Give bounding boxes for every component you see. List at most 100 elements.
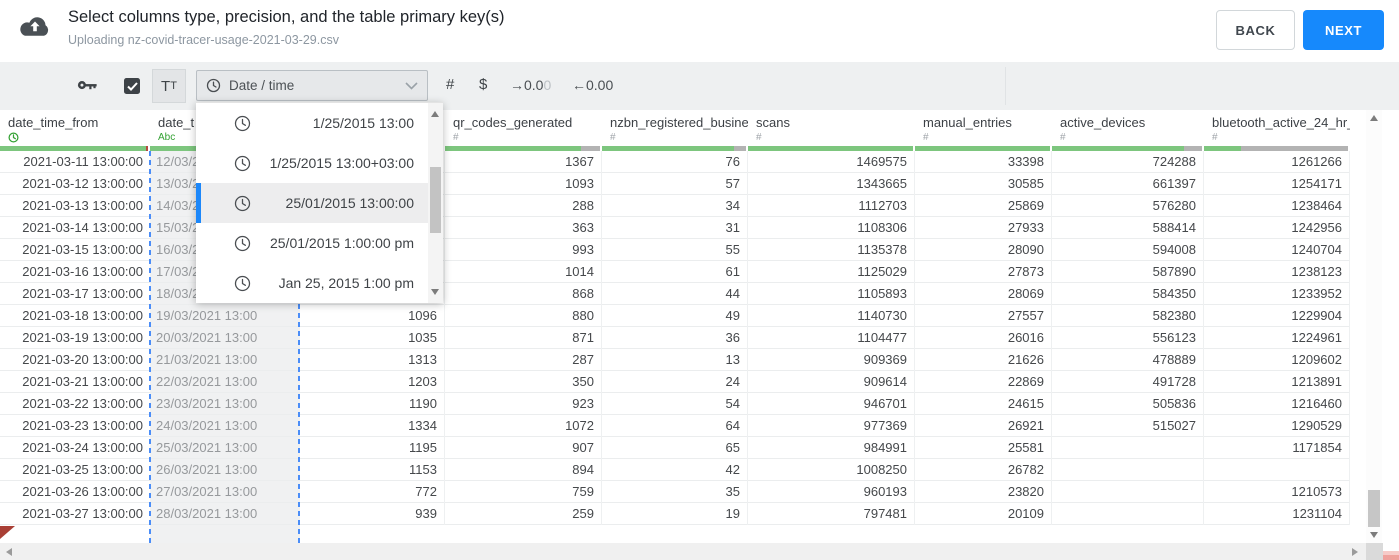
include-column-checkbox[interactable] — [124, 78, 140, 94]
table-cell[interactable]: 61 — [602, 261, 748, 283]
table-cell[interactable]: 491728 — [1052, 371, 1204, 393]
text-type-button[interactable]: TT — [152, 69, 186, 103]
column-header-manual_entries[interactable]: manual_entries # — [915, 110, 1052, 146]
table-cell[interactable]: 2021-03-26 13:00:00 — [0, 481, 150, 503]
table-cell[interactable]: 26921 — [915, 415, 1052, 437]
table-cell[interactable]: 2021-03-23 13:00:00 — [0, 415, 150, 437]
table-cell[interactable]: 584350 — [1052, 283, 1204, 305]
table-cell[interactable]: 57 — [602, 173, 748, 195]
table-cell[interactable]: 1140730 — [748, 305, 915, 327]
table-cell[interactable]: 1125029 — [748, 261, 915, 283]
table-cell[interactable]: 1014 — [445, 261, 602, 283]
table-cell[interactable]: 2021-03-17 13:00:00 — [0, 283, 150, 305]
table-cell[interactable]: 505836 — [1052, 393, 1204, 415]
table-cell[interactable]: 21626 — [915, 349, 1052, 371]
table-cell[interactable]: 2021-03-18 13:00:00 — [0, 305, 150, 327]
table-cell[interactable]: 23/03/2021 13:00 — [150, 393, 300, 415]
table-cell[interactable]: 35 — [602, 481, 748, 503]
table-cell[interactable]: 1195 — [300, 437, 445, 459]
table-cell[interactable]: 64 — [602, 415, 748, 437]
table-cell[interactable]: 1313 — [300, 349, 445, 371]
dropdown-option[interactable]: Jan 25, 2015 1:00 pm — [196, 263, 428, 303]
table-cell[interactable]: 24615 — [915, 393, 1052, 415]
table-cell[interactable]: 909369 — [748, 349, 915, 371]
table-cell[interactable]: 1367 — [445, 151, 602, 173]
table-vertical-scrollbar[interactable] — [1366, 110, 1382, 543]
table-cell[interactable]: 13 — [602, 349, 748, 371]
table-cell[interactable]: 42 — [602, 459, 748, 481]
table-cell[interactable]: 27873 — [915, 261, 1052, 283]
table-cell[interactable]: 1171854 — [1204, 437, 1350, 459]
table-cell[interactable]: 23820 — [915, 481, 1052, 503]
table-cell[interactable]: 1231104 — [1204, 503, 1350, 525]
table-cell[interactable]: 576280 — [1052, 195, 1204, 217]
table-cell[interactable]: 1229904 — [1204, 305, 1350, 327]
column-header-bluetooth_active_24_hr_[interactable]: bluetooth_active_24_hr_ # — [1204, 110, 1350, 146]
table-cell[interactable]: 26016 — [915, 327, 1052, 349]
table-cell[interactable]: 478889 — [1052, 349, 1204, 371]
table-cell[interactable]: 1242956 — [1204, 217, 1350, 239]
table-cell[interactable]: 984991 — [748, 437, 915, 459]
column-header-nzbn_registered_busine[interactable]: nzbn_registered_busine # — [602, 110, 748, 146]
table-cell[interactable]: 1290529 — [1204, 415, 1350, 437]
table-cell[interactable]: 1224961 — [1204, 327, 1350, 349]
table-cell[interactable]: 587890 — [1052, 261, 1204, 283]
table-cell[interactable]: 1153 — [300, 459, 445, 481]
table-cell[interactable]: 30585 — [915, 173, 1052, 195]
table-cell[interactable]: 287 — [445, 349, 602, 371]
table-cell[interactable] — [1052, 437, 1204, 459]
column-header-date_time_from[interactable]: date_time_from — [0, 110, 150, 146]
table-cell[interactable]: 1240704 — [1204, 239, 1350, 261]
table-cell[interactable]: 2021-03-14 13:00:00 — [0, 217, 150, 239]
next-button[interactable]: NEXT — [1303, 10, 1384, 50]
table-cell[interactable]: 594008 — [1052, 239, 1204, 261]
dropdown-option[interactable]: 1/25/2015 13:00 — [196, 103, 428, 143]
table-cell[interactable]: 1213891 — [1204, 371, 1350, 393]
table-cell[interactable]: 36 — [602, 327, 748, 349]
back-button[interactable]: BACK — [1216, 10, 1295, 50]
table-cell[interactable]: 1238464 — [1204, 195, 1350, 217]
table-cell[interactable]: 797481 — [748, 503, 915, 525]
table-cell[interactable]: 2021-03-24 13:00:00 — [0, 437, 150, 459]
table-scroll-left-icon[interactable] — [6, 548, 12, 556]
table-horizontal-scrollbar[interactable] — [0, 543, 1366, 560]
table-cell[interactable]: 582380 — [1052, 305, 1204, 327]
table-cell[interactable]: 1135378 — [748, 239, 915, 261]
table-cell[interactable]: 923 — [445, 393, 602, 415]
table-scroll-down-icon[interactable] — [1370, 532, 1378, 538]
table-cell[interactable]: 871 — [445, 327, 602, 349]
table-cell[interactable]: 880 — [445, 305, 602, 327]
table-cell[interactable]: 759 — [445, 481, 602, 503]
table-cell[interactable]: 2021-03-13 13:00:00 — [0, 195, 150, 217]
table-cell[interactable]: 1104477 — [748, 327, 915, 349]
table-cell[interactable]: 2021-03-22 13:00:00 — [0, 393, 150, 415]
table-cell[interactable]: 54 — [602, 393, 748, 415]
table-cell[interactable]: 1008250 — [748, 459, 915, 481]
table-cell[interactable]: 960193 — [748, 481, 915, 503]
table-cell[interactable]: 31 — [602, 217, 748, 239]
table-cell[interactable]: 22869 — [915, 371, 1052, 393]
table-cell[interactable]: 259 — [445, 503, 602, 525]
table-cell[interactable] — [1052, 481, 1204, 503]
table-cell[interactable]: 993 — [445, 239, 602, 261]
table-cell[interactable]: 1469575 — [748, 151, 915, 173]
table-cell[interactable]: 1112703 — [748, 195, 915, 217]
table-cell[interactable]: 350 — [445, 371, 602, 393]
table-cell[interactable]: 1209602 — [1204, 349, 1350, 371]
table-cell[interactable]: 1210573 — [1204, 481, 1350, 503]
table-cell[interactable]: 1238123 — [1204, 261, 1350, 283]
dropdown-option[interactable]: 25/01/2015 1:00:00 pm — [196, 223, 428, 263]
table-cell[interactable]: 1105893 — [748, 283, 915, 305]
table-cell[interactable]: 2021-03-20 13:00:00 — [0, 349, 150, 371]
table-cell[interactable]: 24 — [602, 371, 748, 393]
table-cell[interactable]: 2021-03-21 13:00:00 — [0, 371, 150, 393]
table-cell[interactable]: 21/03/2021 13:00 — [150, 349, 300, 371]
table-cell[interactable]: 1108306 — [748, 217, 915, 239]
table-cell[interactable]: 28069 — [915, 283, 1052, 305]
table-cell[interactable]: 588414 — [1052, 217, 1204, 239]
table-cell[interactable]: 1035 — [300, 327, 445, 349]
table-cell[interactable]: 977369 — [748, 415, 915, 437]
table-cell[interactable]: 1216460 — [1204, 393, 1350, 415]
table-cell[interactable]: 49 — [602, 305, 748, 327]
table-cell[interactable]: 909614 — [748, 371, 915, 393]
